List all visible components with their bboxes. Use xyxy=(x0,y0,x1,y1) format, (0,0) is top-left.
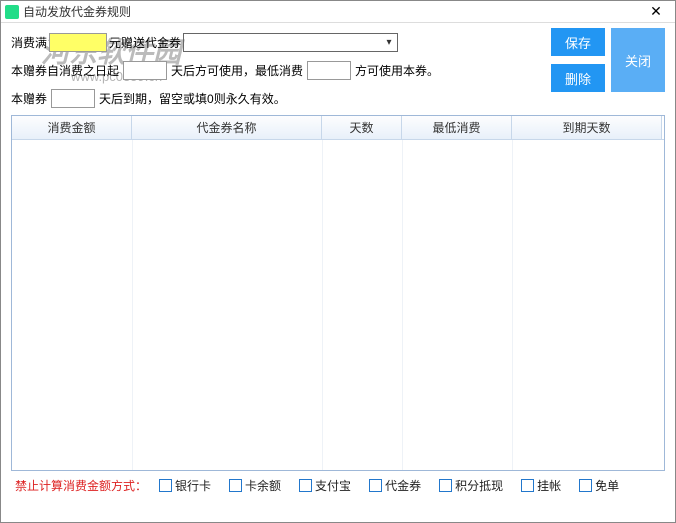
footer-label: 禁止计算消费金额方式： xyxy=(15,477,147,494)
exclude-option[interactable]: 免单 xyxy=(579,477,619,494)
exclude-option[interactable]: 代金券 xyxy=(369,477,421,494)
checkbox-icon xyxy=(369,479,382,492)
exclude-option[interactable]: 积分抵现 xyxy=(439,477,503,494)
label-row3-end: 天后到期，留空或填0则永久有效。 xyxy=(99,90,286,107)
min-consume-input[interactable] xyxy=(307,61,351,80)
exclude-option-label: 银行卡 xyxy=(175,477,211,494)
checkbox-icon xyxy=(159,479,172,492)
checkbox-icon xyxy=(521,479,534,492)
expire-days-input[interactable] xyxy=(51,89,95,108)
exclude-option[interactable]: 卡余额 xyxy=(229,477,281,494)
column-header[interactable]: 天数 xyxy=(322,116,402,139)
label-row3-pre: 本赠券 xyxy=(11,90,47,107)
exclude-option-label: 卡余额 xyxy=(245,477,281,494)
exclude-option[interactable]: 支付宝 xyxy=(299,477,351,494)
window-title: 自动发放代金券规则 xyxy=(23,3,641,20)
rules-table[interactable]: 消费金额代金券名称天数最低消费到期天数 xyxy=(11,115,665,471)
checkbox-icon xyxy=(229,479,242,492)
column-header[interactable]: 代金券名称 xyxy=(132,116,322,139)
exclude-option-label: 挂帐 xyxy=(537,477,561,494)
voucher-combobox[interactable]: ▾ xyxy=(183,33,398,52)
exclude-option[interactable]: 挂帐 xyxy=(521,477,561,494)
label-row2-end: 方可使用本券。 xyxy=(355,62,439,79)
checkbox-icon xyxy=(299,479,312,492)
amount-input[interactable] xyxy=(49,33,107,52)
checkbox-icon xyxy=(439,479,452,492)
column-header[interactable]: 到期天数 xyxy=(512,116,662,139)
exclude-option-label: 代金券 xyxy=(385,477,421,494)
label-consume: 消费满 xyxy=(11,34,47,51)
app-icon xyxy=(5,5,19,19)
exclude-option-label: 积分抵现 xyxy=(455,477,503,494)
column-header[interactable]: 消费金额 xyxy=(12,116,132,139)
column-header[interactable]: 最低消费 xyxy=(402,116,512,139)
window-close-button[interactable]: ✕ xyxy=(641,3,671,21)
exclude-option[interactable]: 银行卡 xyxy=(159,477,211,494)
exclude-option-label: 免单 xyxy=(595,477,619,494)
exclude-option-label: 支付宝 xyxy=(315,477,351,494)
label-row2-mid: 天后方可使用，最低消费 xyxy=(171,62,303,79)
label-row2-pre: 本赠券自消费之日起 xyxy=(11,62,119,79)
checkbox-icon xyxy=(579,479,592,492)
days-usable-input[interactable] xyxy=(123,61,167,80)
label-gift: 元赠送代金券 xyxy=(109,34,181,51)
chevron-down-icon: ▾ xyxy=(381,37,397,48)
